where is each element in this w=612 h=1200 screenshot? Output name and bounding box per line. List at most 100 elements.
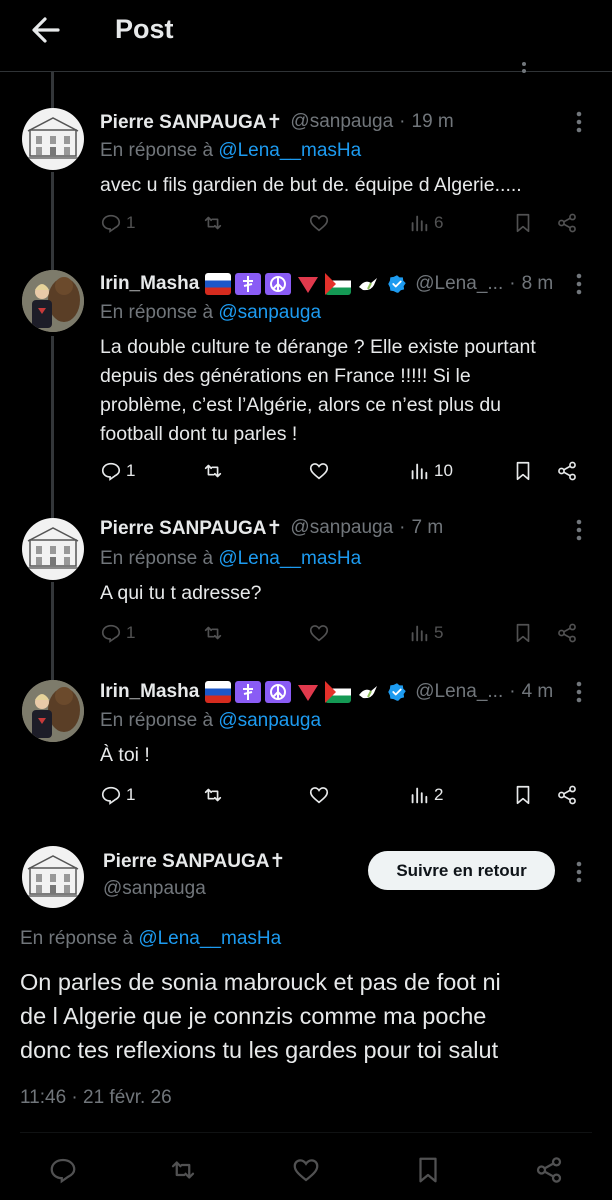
views-button[interactable]: 2 [408, 784, 443, 806]
post-time[interactable]: 19 m [412, 111, 454, 133]
reply-post[interactable]: Irin_Masha @Lena_... · 4 m En réponse à … [0, 680, 612, 830]
bookmark-icon [516, 623, 530, 643]
avatar[interactable] [22, 270, 84, 332]
like-button[interactable] [308, 460, 330, 482]
retweet-button[interactable] [202, 212, 224, 234]
author-handle[interactable]: @Lena_... [415, 273, 503, 295]
views-count: 6 [434, 213, 444, 232]
retweet-button[interactable] [202, 622, 224, 644]
author-handle[interactable]: @sanpauga [103, 878, 206, 900]
views-button[interactable]: 5 [408, 622, 443, 644]
post-time[interactable]: 8 m [522, 273, 554, 295]
like-button[interactable] [308, 622, 330, 644]
dove-emoji [355, 681, 381, 703]
bookmark-icon [516, 785, 530, 805]
text-line: football dont tu parles ! [100, 423, 298, 445]
reply-button[interactable]: 1 [100, 212, 135, 234]
reply-to-label: En réponse à [100, 710, 214, 731]
separator: · [399, 517, 406, 538]
author-name[interactable]: Pierre SANPAUGA✝ [100, 517, 282, 540]
separator: · [399, 111, 406, 132]
mention-link[interactable]: @Lena__masHa [218, 548, 361, 569]
text-line: A qui tu t adresse? [100, 582, 262, 604]
reply-button[interactable]: 1 [100, 622, 135, 644]
author-name[interactable]: Irin_Masha [100, 681, 199, 703]
verified-icon [388, 275, 407, 293]
like-button[interactable] [308, 784, 330, 806]
mention-link[interactable]: @Lena__masHa [138, 928, 281, 949]
more-icon[interactable] [575, 860, 583, 884]
post-timestamp[interactable]: 11:46 · 21 févr. 26 [20, 1087, 172, 1109]
mention-link[interactable]: @Lena__masHa [218, 140, 361, 161]
reply-post[interactable]: Irin_Masha @Lena_... · 8 m En réponse à … [0, 270, 612, 518]
bookmark-button[interactable] [512, 622, 534, 644]
reply-icon [101, 624, 121, 643]
reply-post[interactable]: Pierre SANPAUGA✝ @sanpauga · 7 m En répo… [0, 517, 612, 680]
like-icon[interactable] [291, 1155, 321, 1185]
author-handle[interactable]: @sanpauga [290, 517, 393, 539]
thread-line [51, 172, 54, 270]
bookmark-icon [516, 461, 530, 481]
follow-back-button[interactable]: Suivre en retour [368, 851, 555, 890]
author-handle[interactable]: @sanpauga [290, 111, 393, 133]
share-button[interactable] [556, 784, 578, 806]
retweet-icon[interactable] [168, 1155, 198, 1185]
reply-context: En réponse à @sanpauga [100, 710, 321, 732]
retweet-button[interactable] [202, 460, 224, 482]
views-button[interactable]: 10 [408, 460, 453, 482]
more-icon[interactable] [575, 518, 583, 542]
avatar[interactable] [22, 846, 84, 908]
thread-line [51, 336, 54, 518]
reply-button[interactable]: 1 [100, 784, 135, 806]
reply-icon[interactable] [48, 1155, 78, 1185]
action-bar: 1 10 [100, 460, 590, 488]
share-button[interactable] [556, 460, 578, 482]
reply-button[interactable]: 1 [100, 460, 135, 482]
author-handle[interactable]: @Lena_... [415, 681, 503, 703]
share-button[interactable] [556, 212, 578, 234]
action-bar: 1 2 [100, 784, 590, 812]
text-line: avec u fils gardien de but de. équipe d … [100, 174, 522, 196]
views-icon [411, 215, 428, 232]
avatar[interactable] [22, 518, 84, 580]
more-icon[interactable] [575, 272, 583, 296]
reply-to-label: En réponse à [20, 928, 134, 949]
reply-post[interactable]: Pierre SANPAUGA✝ @sanpauga · 19 m En rép… [0, 108, 612, 270]
author-name[interactable]: Pierre SANPAUGA✝ [103, 850, 285, 873]
avatar[interactable] [22, 680, 84, 742]
emoji-flags [205, 681, 381, 703]
dove-emoji [355, 273, 381, 295]
bookmark-button[interactable] [512, 784, 534, 806]
bookmark-button[interactable] [512, 212, 534, 234]
share-icon [558, 623, 576, 643]
views-button[interactable]: 6 [408, 212, 443, 234]
share-icon[interactable] [534, 1155, 564, 1185]
post-time[interactable]: 7 m [412, 517, 444, 539]
share-icon [558, 213, 576, 233]
avatar[interactable] [22, 108, 84, 170]
post-time[interactable]: 4 m [522, 681, 554, 703]
text-line: On parles de sonia mabrouck et pas de fo… [20, 969, 501, 995]
bookmark-button[interactable] [512, 460, 534, 482]
share-button[interactable] [556, 622, 578, 644]
text-line: de l Algerie que je connzis comme ma poc… [20, 1003, 487, 1029]
more-icon[interactable] [575, 110, 583, 134]
mention-link[interactable]: @sanpauga [218, 710, 321, 731]
like-button[interactable] [308, 212, 330, 234]
mention-link[interactable]: @sanpauga [218, 302, 321, 323]
action-bar: 1 5 [100, 622, 590, 650]
back-arrow-icon[interactable] [28, 12, 64, 48]
retweet-button[interactable] [202, 784, 224, 806]
author-name[interactable]: Irin_Masha [100, 273, 199, 295]
views-count: 2 [434, 785, 444, 804]
more-icon[interactable] [575, 680, 583, 704]
share-icon [558, 785, 576, 805]
verified-icon [388, 683, 407, 701]
bookmark-icon[interactable] [413, 1155, 443, 1185]
author-name[interactable]: Pierre SANPAUGA✝ [100, 111, 282, 134]
post-text: avec u fils gardien de but de. équipe d … [100, 171, 590, 200]
like-icon [309, 463, 329, 480]
more-icon[interactable] [516, 62, 532, 74]
text-line: À toi ! [100, 744, 150, 766]
peace-symbol-emoji [265, 681, 292, 703]
